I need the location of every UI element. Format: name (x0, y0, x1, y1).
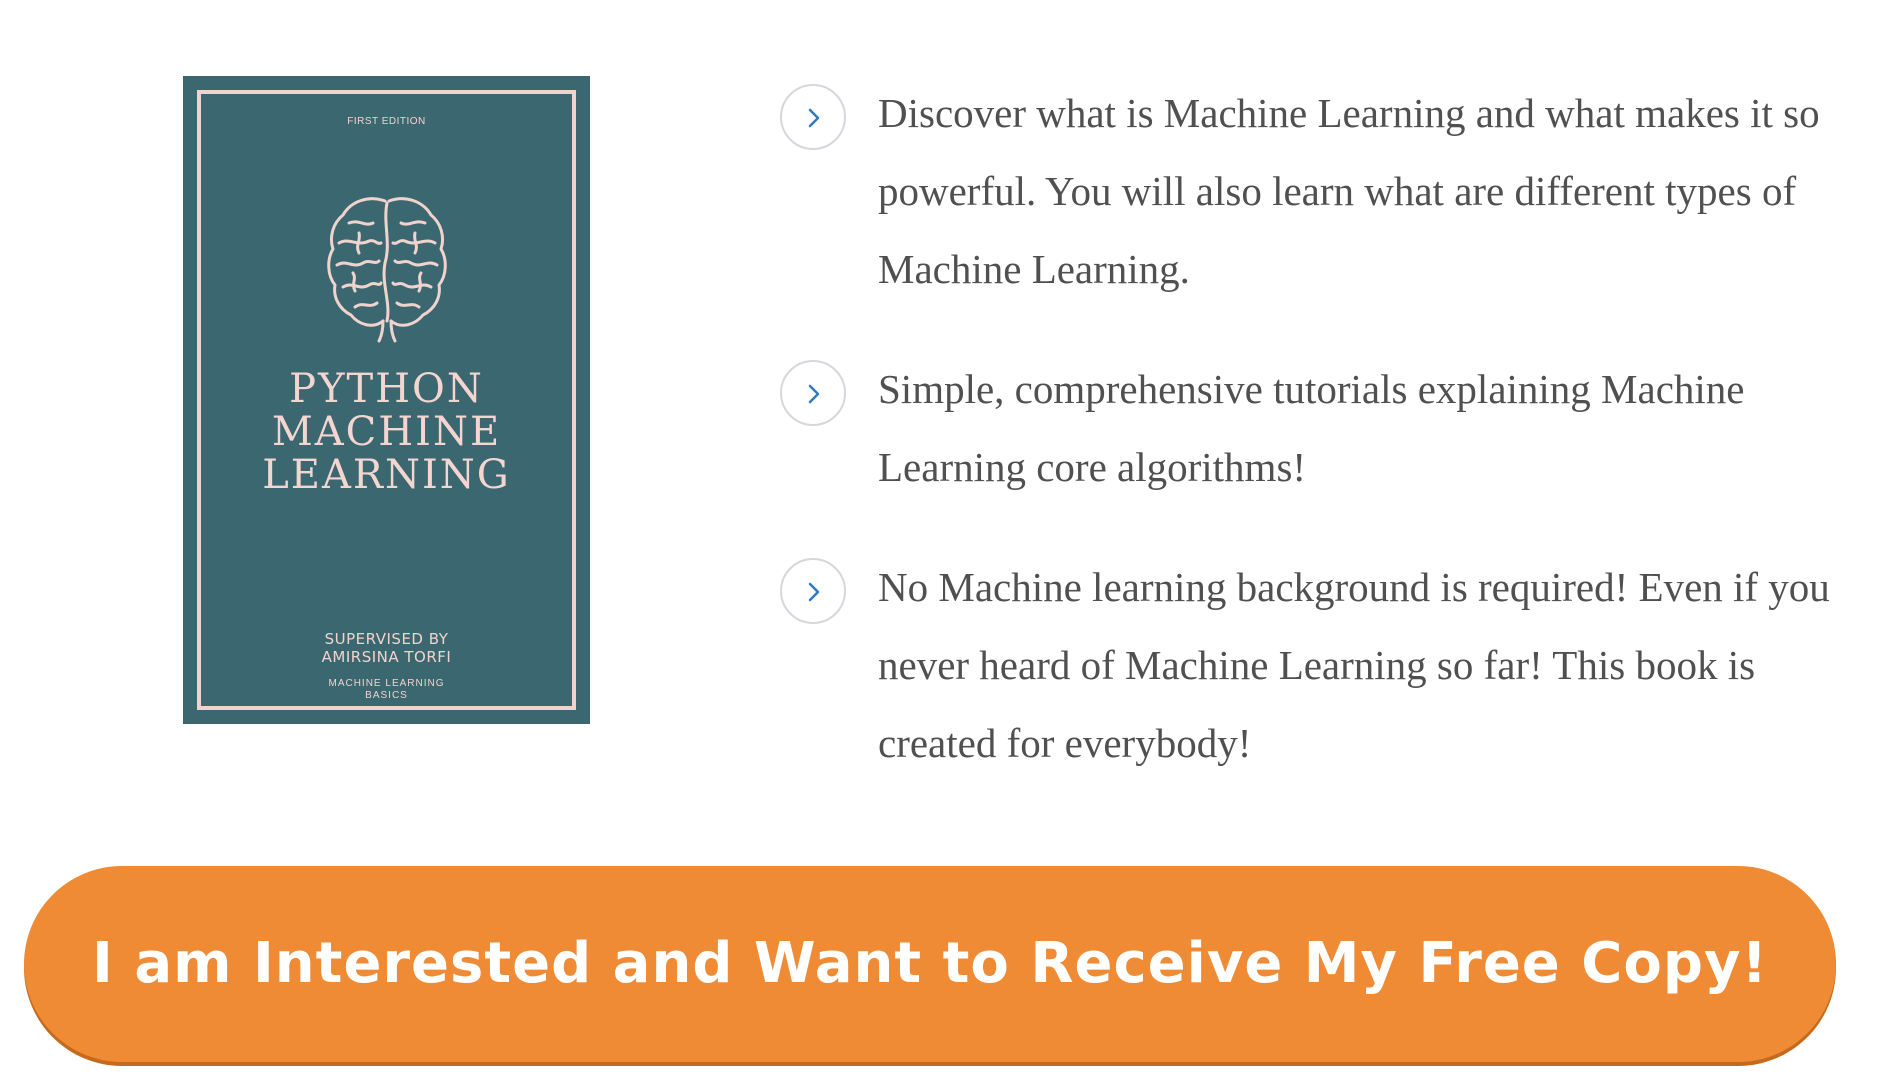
chevron-right-icon (808, 384, 820, 404)
feature-text: Simple, comprehensive tutorials explaini… (878, 366, 1745, 490)
chevron-right-button[interactable] (780, 84, 846, 150)
book-author: SUPERVISED BY AMIRSINA TORFI (183, 630, 590, 666)
receive-free-copy-button[interactable]: I am Interested and Want to Receive My F… (24, 866, 1836, 1062)
chevron-right-icon (808, 108, 820, 128)
feature-text: Discover what is Machine Learning and wh… (878, 90, 1820, 292)
chevron-right-icon (808, 582, 820, 602)
book-cover: FIRST EDITION PYTHON MACHINE LEARNING SU… (183, 76, 590, 724)
book-author-line: SUPERVISED BY (324, 630, 449, 648)
feature-text: No Machine learning background is requir… (878, 564, 1830, 766)
book-title-line: LEARNING (262, 452, 511, 498)
brain-icon (327, 197, 447, 343)
chevron-right-button[interactable] (780, 558, 846, 624)
book-series-line: BASICS (365, 690, 408, 701)
book-title-line: PYTHON (289, 366, 484, 412)
book-edition: FIRST EDITION (347, 116, 426, 127)
book-series-line: MACHINE LEARNING (328, 678, 445, 689)
book-series: MACHINE LEARNING BASICS (183, 678, 590, 702)
book-title: PYTHON MACHINE LEARNING (183, 368, 590, 497)
book-title-line: MACHINE (271, 409, 502, 455)
book-author-line: AMIRSINA TORFI (321, 648, 452, 666)
chevron-right-button[interactable] (780, 360, 846, 426)
